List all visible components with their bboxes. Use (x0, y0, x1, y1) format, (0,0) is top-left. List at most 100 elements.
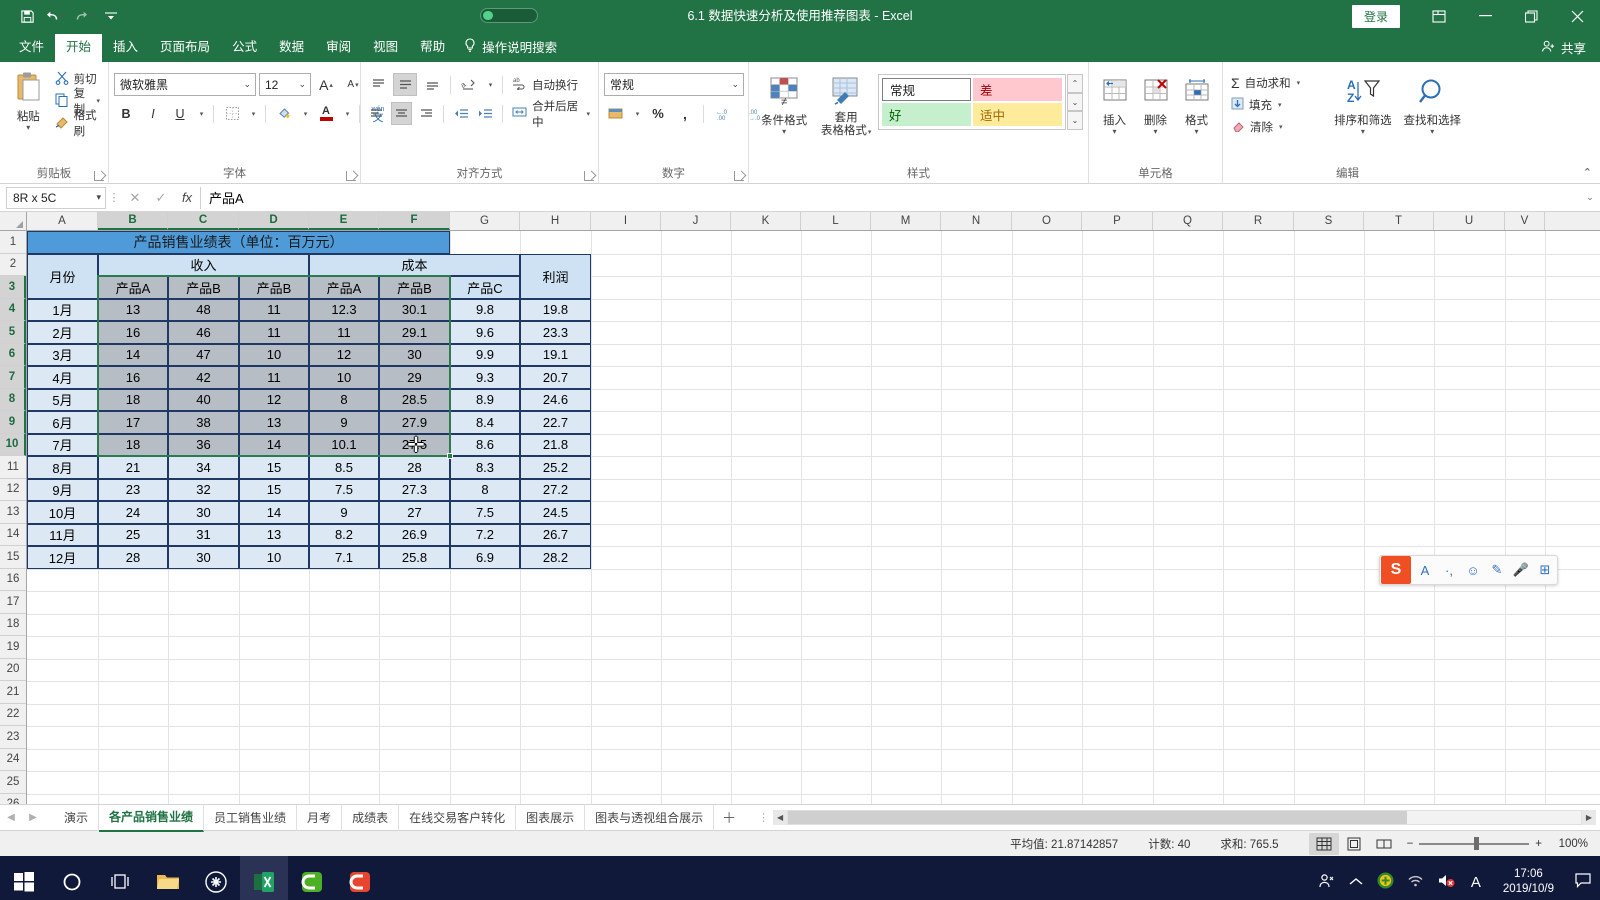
ribbon-tab-review[interactable]: 审阅 (315, 34, 362, 63)
font-color-button[interactable]: A (314, 102, 338, 125)
ribbon-tab-home[interactable]: 开始 (55, 33, 103, 62)
column-header-T[interactable]: T (1364, 212, 1434, 230)
cell-r14-c5[interactable]: 8.2 (309, 523, 379, 546)
cell-subheader-6[interactable]: 产品C (450, 276, 520, 299)
fill-color-button[interactable] (272, 102, 296, 125)
customize-qat-icon[interactable] (98, 4, 124, 28)
cell-r4-c2[interactable]: 13 (98, 298, 168, 321)
underline-button[interactable]: U (168, 102, 192, 125)
copy-caret-icon[interactable]: ▾ (96, 97, 100, 105)
cell-header-profit[interactable]: 利润 (520, 253, 591, 299)
cell-title[interactable]: 产品销售业绩表（单位：百万元） (27, 231, 450, 254)
row-header-13[interactable]: 13 (0, 501, 26, 524)
cell-r8-c8[interactable]: 24.6 (520, 388, 591, 411)
hscroll-right-icon[interactable]: ▶ (1582, 810, 1596, 825)
cell-r11-c7[interactable]: 8.3 (450, 456, 520, 479)
cell-r7-c5[interactable]: 10 (309, 366, 379, 389)
orientation-caret-icon[interactable]: ▾ (484, 73, 496, 96)
insert-caret-icon[interactable]: ▾ (1112, 128, 1116, 136)
cell-r5-c6[interactable]: 29.1 (379, 321, 450, 344)
column-header-F[interactable]: F (379, 212, 450, 230)
cell-r6-c8[interactable]: 19.1 (520, 343, 591, 366)
undo-caret-icon[interactable]: ▾ (62, 13, 66, 20)
cell-r15-c2[interactable]: 28 (98, 546, 168, 569)
cell-r12-c8[interactable]: 27.2 (520, 478, 591, 501)
chevron-down-icon[interactable]: ⌄ (292, 79, 306, 90)
column-header-J[interactable]: J (661, 212, 731, 230)
cell-month-1[interactable]: 1月 (27, 298, 98, 321)
sign-in-button[interactable]: 登录 (1351, 4, 1400, 28)
zoom-control[interactable]: − + 100% (1399, 837, 1600, 851)
cancel-entry-icon[interactable]: ✕ (122, 187, 148, 209)
row-header-21[interactable]: 21 (0, 681, 26, 704)
cell-r6-c6[interactable]: 30 (379, 343, 450, 366)
row-header-7[interactable]: 7 (0, 366, 26, 389)
cell-r10-c4[interactable]: 14 (239, 433, 309, 456)
volume-muted-icon[interactable] (1431, 873, 1461, 891)
minimize-icon[interactable] (1462, 0, 1508, 32)
cell-style-good[interactable]: 好 (882, 103, 971, 126)
ribbon-tab-page-layout[interactable]: 页面布局 (149, 34, 221, 63)
row-header-6[interactable]: 6 (0, 343, 26, 366)
sheet-bar-grip[interactable]: ⋮ (758, 811, 769, 824)
cell-r8-c2[interactable]: 18 (98, 388, 168, 411)
cell-r4-c8[interactable]: 19.8 (520, 298, 591, 321)
cell-style-neutral[interactable]: 适中 (973, 103, 1062, 126)
restore-icon[interactable] (1508, 0, 1554, 32)
ime-emoji-icon[interactable]: ☺ (1461, 563, 1485, 578)
cell-r5-c3[interactable]: 46 (168, 321, 239, 344)
autosum-button[interactable]: Σ 自动求和 ▾ (1228, 72, 1328, 94)
italic-button[interactable]: I (141, 102, 165, 125)
align-bottom-button[interactable] (420, 73, 444, 96)
sheet-tab-2[interactable]: 员工销售业绩 (204, 804, 298, 831)
undo-icon[interactable]: ▾ (42, 4, 68, 28)
column-header-L[interactable]: L (801, 212, 871, 230)
name-box[interactable]: 8R x 5C ▾ (6, 186, 106, 209)
fill-handle[interactable] (447, 453, 453, 459)
cell-month-12[interactable]: 12月 (27, 546, 98, 569)
delete-cells-button[interactable]: 删除 ▾ (1135, 70, 1176, 136)
network-icon[interactable] (1401, 874, 1431, 891)
merge-center-button[interactable]: 合并后居中 ▾ (509, 101, 593, 129)
cell-r14-c7[interactable]: 7.2 (450, 523, 520, 546)
row-header-19[interactable]: 19 (0, 636, 26, 659)
cell-r9-c6[interactable]: 27.9 (379, 411, 450, 434)
clock[interactable]: 17:06 2019/10/9 (1491, 867, 1566, 897)
cell-r10-c3[interactable]: 36 (168, 433, 239, 456)
align-left-button[interactable] (366, 102, 388, 125)
cell-r7-c8[interactable]: 20.7 (520, 366, 591, 389)
cell-r7-c3[interactable]: 42 (168, 366, 239, 389)
chevron-down-icon[interactable]: ⌄ (725, 79, 739, 90)
ribbon-tab-formulas[interactable]: 公式 (221, 34, 268, 63)
row-header-17[interactable]: 17 (0, 591, 26, 614)
column-header-P[interactable]: P (1082, 212, 1153, 230)
cell-r15-c7[interactable]: 6.9 (450, 546, 520, 569)
fill-color-caret-icon[interactable]: ▾ (299, 102, 311, 125)
cell-r10-c8[interactable]: 21.8 (520, 433, 591, 456)
cell-r4-c7[interactable]: 9.8 (450, 298, 520, 321)
row-header-20[interactable]: 20 (0, 658, 26, 681)
column-header-I[interactable]: I (591, 212, 661, 230)
formula-bar-grip[interactable]: ⋮ (106, 191, 122, 204)
orientation-button[interactable]: a (457, 73, 481, 96)
cell-subheader-4[interactable]: 产品A (309, 276, 379, 299)
cell-r14-c6[interactable]: 26.9 (379, 523, 450, 546)
bold-button[interactable]: B (114, 102, 138, 125)
people-icon[interactable] (1311, 873, 1341, 892)
cell-month-6[interactable]: 6月 (27, 411, 98, 434)
cell-r13-c8[interactable]: 24.5 (520, 501, 591, 524)
cell-r5-c4[interactable]: 11 (239, 321, 309, 344)
cell-r4-c6[interactable]: 30.1 (379, 298, 450, 321)
gallery-scroll-down-icon[interactable]: ⌄ (1067, 92, 1083, 112)
font-family-combo[interactable]: 微软雅黑 ⌄ (114, 73, 256, 96)
accounting-format-button[interactable] (604, 102, 628, 125)
clipboard-dialog-launcher[interactable] (94, 171, 104, 181)
conditional-formatting-button[interactable]: ≠ 条件格式 ▾ (754, 70, 814, 136)
row-header-12[interactable]: 12 (0, 478, 26, 501)
ime-icon[interactable]: A (1461, 874, 1491, 891)
cell-r5-c2[interactable]: 16 (98, 321, 168, 344)
align-top-button[interactable] (366, 73, 390, 96)
collapse-ribbon-icon[interactable]: ⌃ (1583, 166, 1592, 179)
ime-punctuation-icon[interactable]: ·, (1437, 563, 1461, 578)
cell-r13-c4[interactable]: 14 (239, 501, 309, 524)
